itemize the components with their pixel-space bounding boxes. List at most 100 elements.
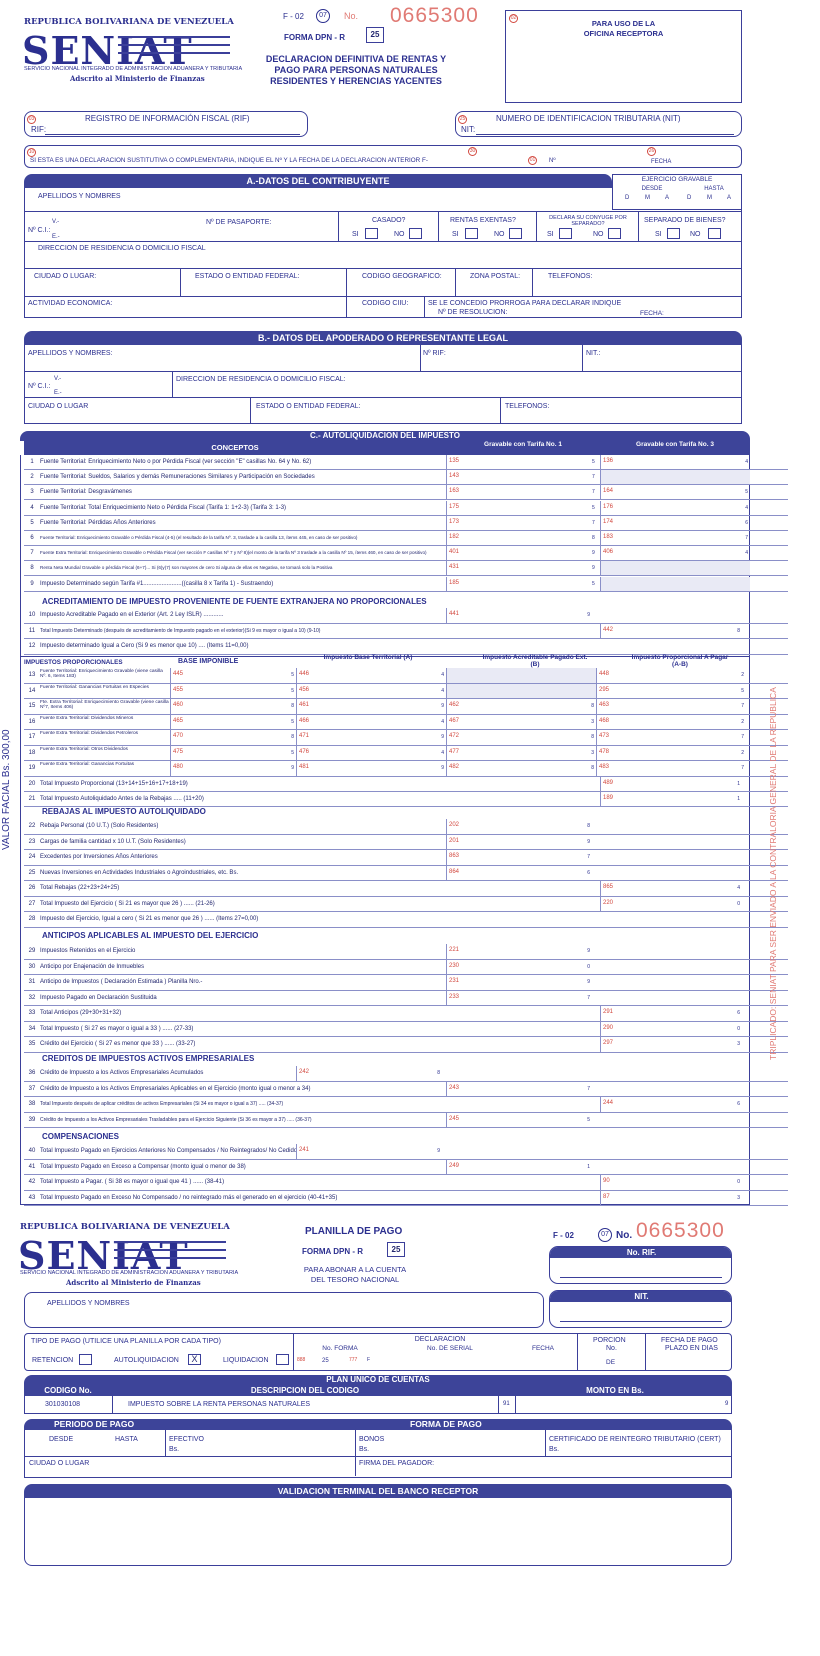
office-use-box[interactable]: 02 PARA USO DE LA OFICINA RECEPTORA bbox=[505, 10, 742, 103]
tarifa1-cell[interactable]: 163 7 bbox=[446, 485, 600, 500]
amount-cell[interactable]: 245 5 bbox=[446, 1112, 592, 1127]
proportional-cell[interactable]: 480 9 bbox=[170, 761, 296, 776]
validacion-box[interactable] bbox=[24, 1498, 732, 1566]
proportional-cell[interactable]: 448 2 bbox=[596, 668, 746, 683]
tarifa3-cell[interactable]: 176 4 bbox=[600, 500, 750, 515]
sustitutiva-box[interactable]: 10 SI ESTA ES UNA DECLARACION SUSTITUTIV… bbox=[24, 145, 742, 168]
amount-cell[interactable]: 202 8 bbox=[446, 819, 592, 834]
casado-si-checkbox[interactable] bbox=[365, 228, 378, 239]
tarifa1-cell[interactable]: 135 5 bbox=[446, 455, 600, 469]
proportional-cell[interactable]: 465 5 bbox=[170, 714, 296, 729]
proportional-cell[interactable]: 462 8 bbox=[446, 699, 596, 714]
row-number: 26 bbox=[28, 885, 36, 891]
rif-box[interactable]: 03 REGISTRO DE INFORMACIÓN FISCAL (RIF) … bbox=[24, 111, 308, 137]
tarifa1-cell[interactable]: 431 9 bbox=[446, 561, 600, 576]
ejercicio-box[interactable]: EJERCICIO GRAVABLE DESDE HASTA D M A D M… bbox=[612, 174, 742, 210]
proportional-cell[interactable]: 483 7 bbox=[596, 761, 746, 776]
proportional-cell[interactable]: 445 5 bbox=[170, 668, 296, 683]
separado-no-checkbox[interactable] bbox=[708, 228, 721, 239]
proportional-cell[interactable]: 472 8 bbox=[446, 730, 596, 745]
amount-cell[interactable]: 863 7 bbox=[446, 850, 592, 865]
amount-cell[interactable]: 221 9 bbox=[446, 944, 592, 959]
declara-no-checkbox[interactable] bbox=[608, 228, 621, 239]
tarifa3-cell[interactable] bbox=[600, 470, 750, 485]
proportional-cell[interactable]: 476 4 bbox=[296, 745, 446, 760]
amount-cell[interactable]: 87 3 bbox=[600, 1190, 742, 1205]
proportional-cell[interactable]: 468 2 bbox=[596, 714, 746, 729]
proportional-cell[interactable]: 463 7 bbox=[596, 699, 746, 714]
plan-cuentas-row[interactable]: 301030108 IMPUESTO SOBRE LA RENTA PERSON… bbox=[24, 1396, 732, 1414]
certificado-bs: Bs. bbox=[549, 1446, 560, 1453]
amount-cell[interactable]: 220 0 bbox=[600, 896, 742, 911]
proportional-cell[interactable]: 471 9 bbox=[296, 730, 446, 745]
amount-cell[interactable]: 249 1 bbox=[446, 1159, 592, 1174]
proportional-cell[interactable]: 446 4 bbox=[296, 668, 446, 683]
tarifa3-cell[interactable]: 174 6 bbox=[600, 515, 750, 530]
check-digit: 7 bbox=[741, 703, 744, 709]
amount-cell[interactable]: 233 7 bbox=[446, 990, 592, 1005]
amount-cell[interactable]: 244 6 bbox=[600, 1097, 742, 1112]
amount-cell[interactable]: 291 6 bbox=[600, 1006, 742, 1021]
tarifa1-cell[interactable]: 185 5 bbox=[446, 576, 600, 591]
tarifa3-cell[interactable] bbox=[600, 561, 750, 576]
exentas-si-checkbox[interactable] bbox=[465, 228, 478, 239]
proportional-cell[interactable]: 461 9 bbox=[296, 699, 446, 714]
amount-cell[interactable]: 864 6 bbox=[446, 865, 592, 880]
autoliq-checkbox[interactable]: X bbox=[188, 1354, 201, 1365]
tarifa1-cell[interactable]: 401 9 bbox=[446, 546, 600, 561]
amount-cell[interactable]: 442 8 bbox=[600, 623, 742, 638]
amount-cell[interactable]: 865 4 bbox=[600, 881, 742, 896]
proportional-cell[interactable]: 481 9 bbox=[296, 761, 446, 776]
proportional-cell[interactable]: 475 5 bbox=[170, 745, 296, 760]
planilla-nit-box[interactable]: NIT. bbox=[549, 1290, 732, 1328]
proportional-cell[interactable]: 456 4 bbox=[296, 683, 446, 698]
check-digit: 8 bbox=[591, 765, 594, 771]
separado-si-checkbox[interactable] bbox=[667, 228, 680, 239]
proportional-cell[interactable]: 295 5 bbox=[596, 683, 746, 698]
tarifa1-cell[interactable]: 143 7 bbox=[446, 470, 600, 485]
proportional-cell[interactable]: 482 8 bbox=[446, 761, 596, 776]
field-code: 475 bbox=[173, 748, 184, 755]
exentas-no-checkbox[interactable] bbox=[509, 228, 522, 239]
amount-cell[interactable]: 441 9 bbox=[446, 608, 592, 623]
amount-cell[interactable]: 241 9 bbox=[296, 1144, 442, 1159]
proportional-cell[interactable]: 455 5 bbox=[170, 683, 296, 698]
amount-cell[interactable]: 90 0 bbox=[600, 1175, 742, 1190]
proportional-cell[interactable]: 470 8 bbox=[170, 730, 296, 745]
amount-cell[interactable]: 231 9 bbox=[446, 975, 592, 990]
concept-row: 21 Total Impuesto Autoliquidado Antes de … bbox=[24, 792, 788, 807]
amount-cell[interactable]: 243 7 bbox=[446, 1081, 592, 1096]
proportional-cell[interactable] bbox=[446, 683, 596, 698]
planilla-rif-box[interactable]: No. RIF. bbox=[549, 1246, 732, 1284]
amount-cell[interactable]: 201 9 bbox=[446, 834, 592, 849]
declara-si-checkbox[interactable] bbox=[559, 228, 572, 239]
proportional-cell[interactable]: 477 3 bbox=[446, 745, 596, 760]
amount-cell[interactable]: 489 1 bbox=[600, 777, 742, 791]
tarifa3-cell[interactable] bbox=[600, 576, 750, 591]
tarifa1-cell[interactable]: 175 5 bbox=[446, 500, 600, 515]
tarifa3-cell[interactable]: 136 4 bbox=[600, 455, 750, 469]
proportional-cell[interactable]: 473 7 bbox=[596, 730, 746, 745]
liquidacion-checkbox[interactable] bbox=[276, 1354, 289, 1365]
amount-cell[interactable]: 297 3 bbox=[600, 1037, 742, 1052]
proportional-cell[interactable] bbox=[446, 668, 596, 683]
tarifa3-cell[interactable]: 406 4 bbox=[600, 546, 750, 561]
proportional-cell[interactable]: 466 4 bbox=[296, 714, 446, 729]
amount-cell[interactable]: 290 0 bbox=[600, 1021, 742, 1036]
planilla-apellidos-box[interactable]: APELLIDOS Y NOMBRES bbox=[24, 1292, 544, 1328]
proportional-cell[interactable]: 478 2 bbox=[596, 745, 746, 760]
retencion-checkbox[interactable] bbox=[79, 1354, 92, 1365]
tipo-pago-box: TIPO DE PAGO (UTILICE UNA PLANILLA POR C… bbox=[24, 1333, 732, 1371]
proportional-cell[interactable]: 467 3 bbox=[446, 714, 596, 729]
proportional-cell[interactable]: 460 8 bbox=[170, 699, 296, 714]
tarifa1-cell[interactable]: 173 7 bbox=[446, 515, 600, 530]
field-code: 455 bbox=[173, 686, 184, 693]
tarifa3-cell[interactable]: 183 7 bbox=[600, 531, 750, 545]
amount-cell[interactable]: 189 1 bbox=[600, 792, 742, 806]
casado-no-checkbox[interactable] bbox=[409, 228, 422, 239]
tarifa1-cell[interactable]: 182 8 bbox=[446, 531, 600, 545]
amount-cell[interactable]: 230 0 bbox=[446, 959, 592, 974]
nit-box[interactable]: 25 NUMERO DE IDENTIFICACION TRIBUTARIA (… bbox=[455, 111, 742, 137]
amount-cell[interactable]: 242 8 bbox=[296, 1066, 442, 1081]
tarifa3-cell[interactable]: 164 5 bbox=[600, 485, 750, 500]
